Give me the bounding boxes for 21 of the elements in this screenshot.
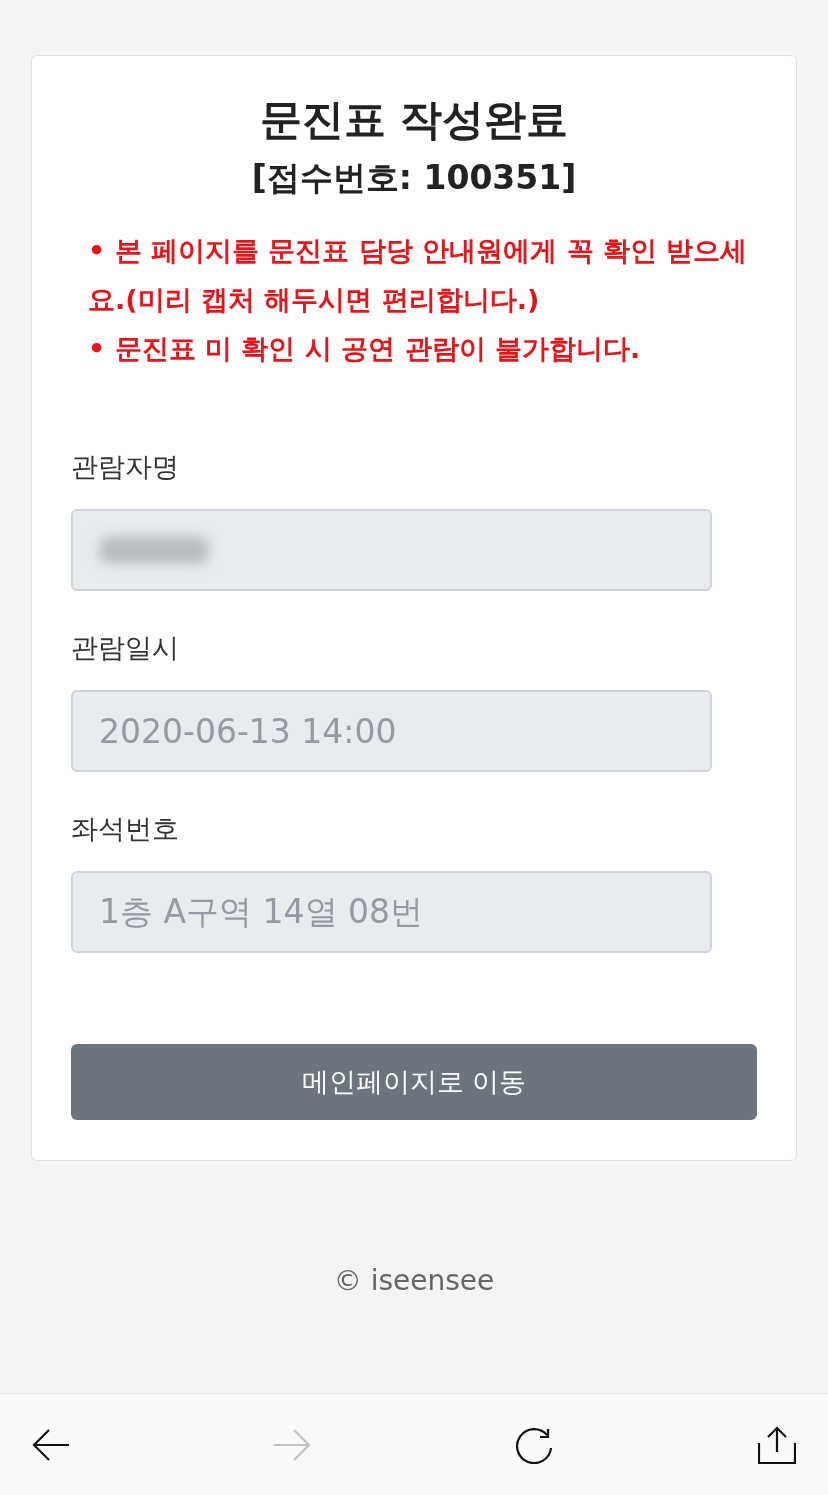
reload-button[interactable]	[514, 1425, 555, 1464]
main-page-button[interactable]: 메인페이지로 이동	[71, 1044, 757, 1120]
page-title: 문진표 작성완료	[258, 94, 570, 146]
copyright-text: © iseensee	[332, 1263, 496, 1299]
receipt-number: [접수번호: 100351]	[250, 157, 578, 199]
forward-icon	[273, 1428, 312, 1461]
input-field[interactable]: 2020-06-13 14:00	[71, 690, 712, 772]
back-icon	[32, 1428, 70, 1461]
input-field[interactable]: 1층 A구역 14열 08번	[71, 871, 712, 953]
field-label: 관람자명	[71, 450, 180, 484]
notice-text: • 문진표 미 확인 시 공연 관람이 불가합니다.	[88, 332, 642, 366]
field-value: 1층 A구역 14열 08번	[99, 890, 424, 933]
back-button[interactable]	[32, 1428, 70, 1461]
field-value: 2020-06-13 14:00	[99, 711, 397, 751]
reload-icon	[514, 1425, 555, 1464]
field-label: 관람일시	[71, 631, 180, 665]
input-field[interactable]	[71, 509, 712, 591]
field-label: 좌석번호	[71, 812, 180, 846]
share-button[interactable]	[758, 1425, 796, 1464]
share-icon	[758, 1425, 796, 1464]
notice-text: • 본 페이지를 문진표 담당 안내원에게 꼭 확인 받으세요.(미리 캡처 해두시면 편리합니다.)	[88, 234, 749, 317]
